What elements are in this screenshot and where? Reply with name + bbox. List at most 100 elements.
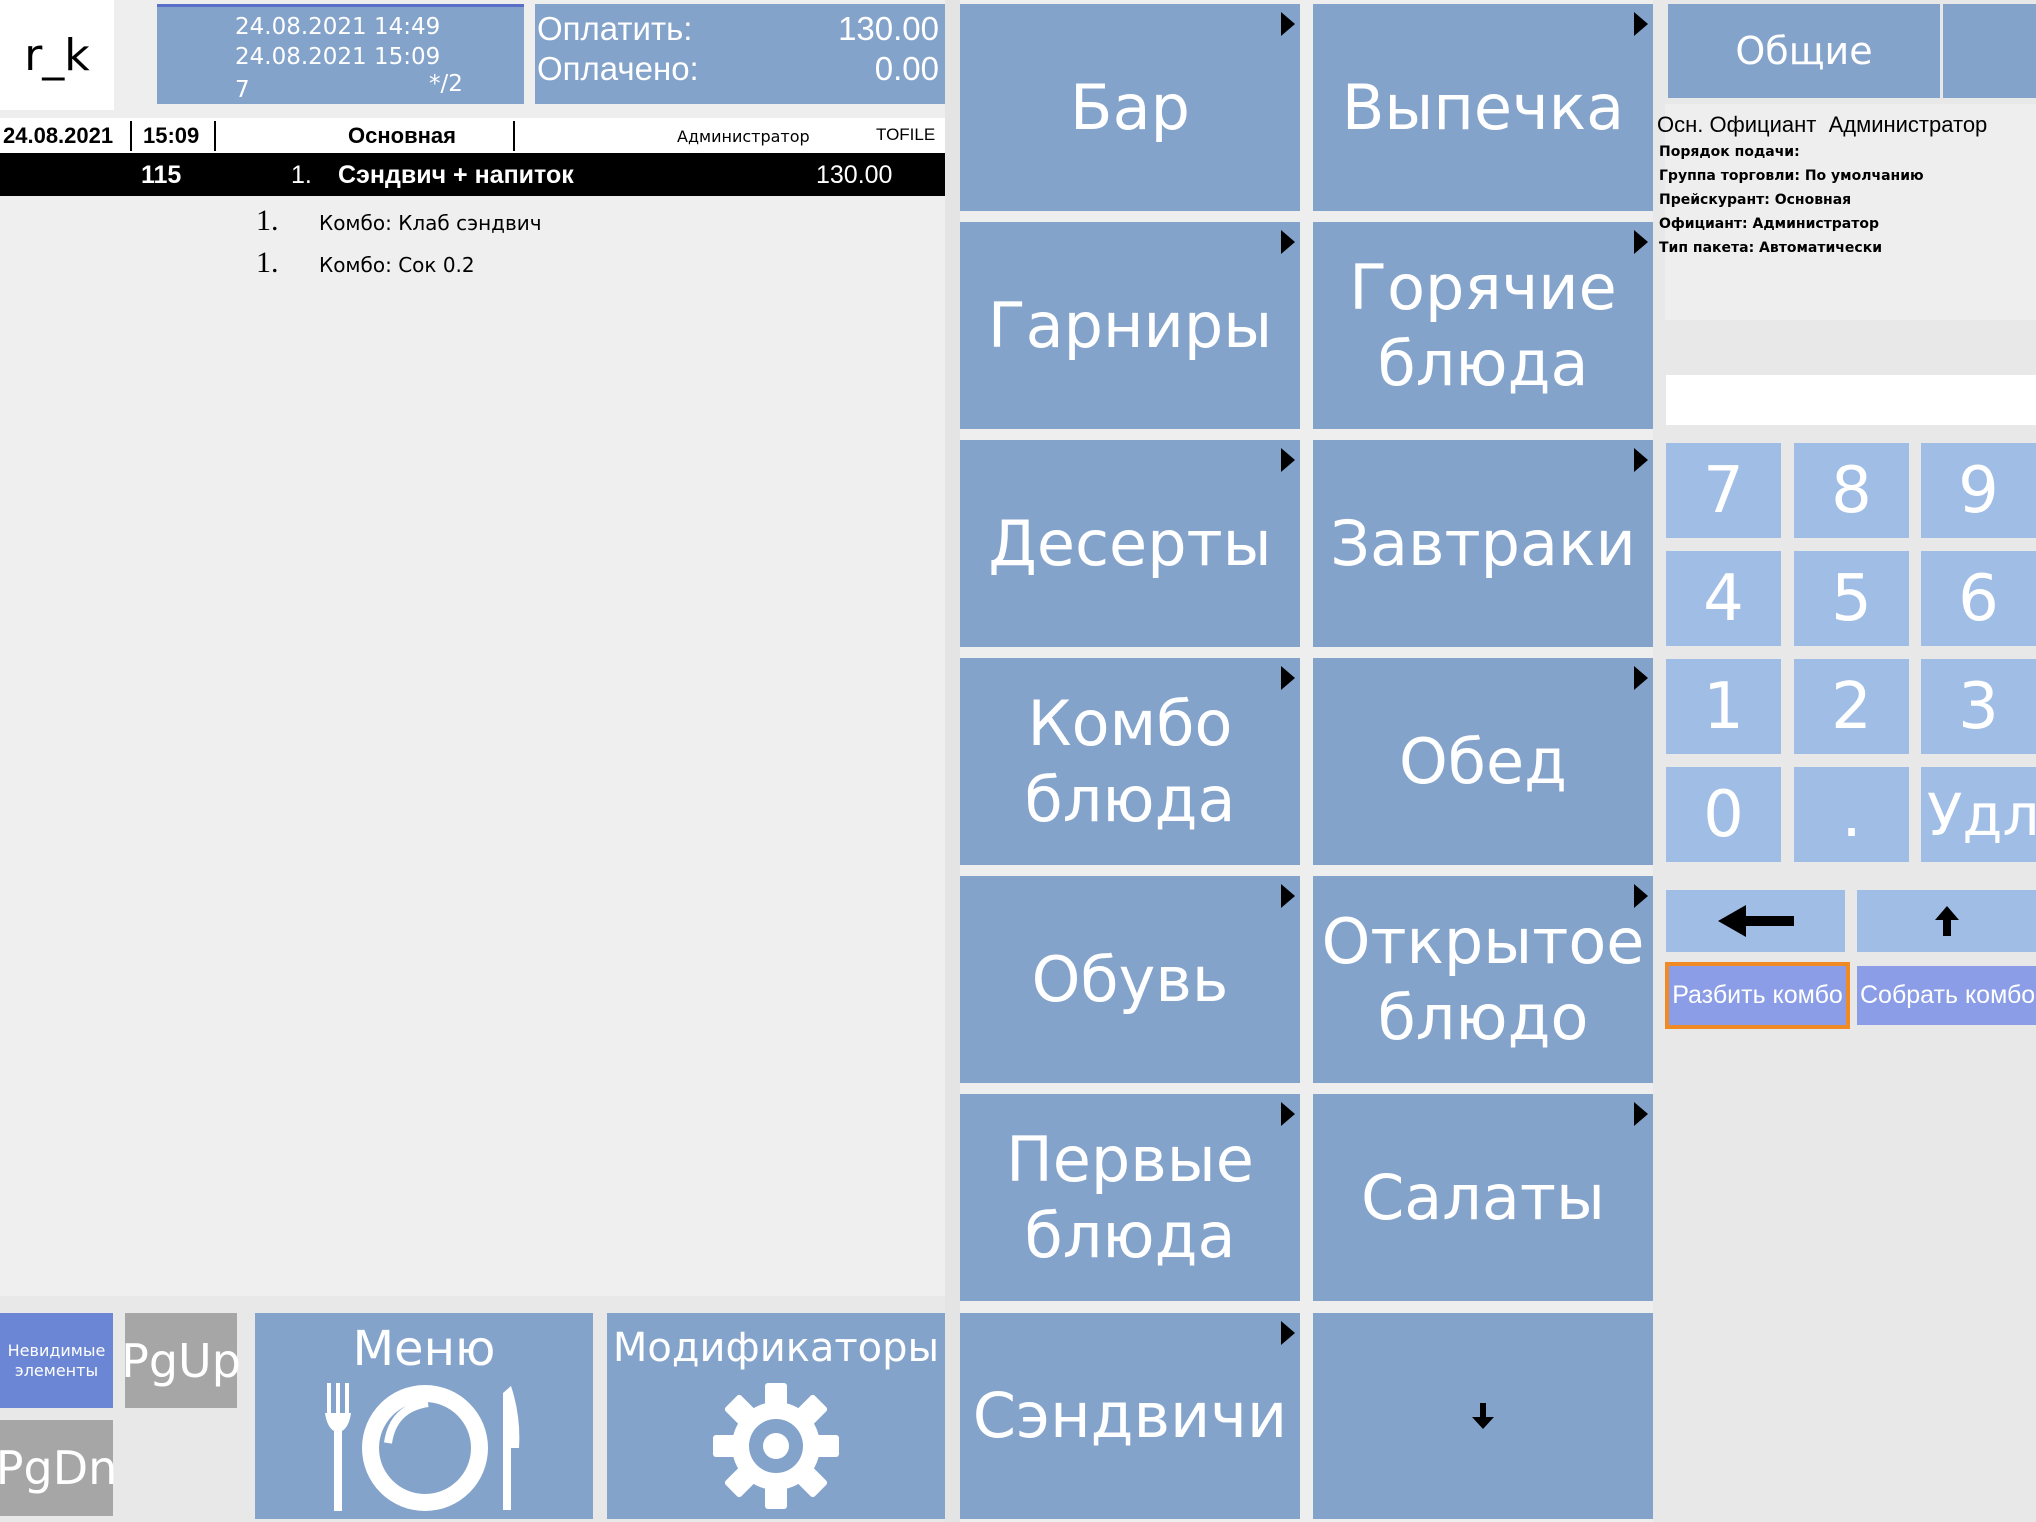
category-desserts[interactable]: Десерты [960,440,1300,647]
check-waiter: Администратор [677,127,810,146]
triangle-right-icon [1281,666,1295,690]
category-label: Горячие блюда [1349,250,1617,400]
key-dot[interactable]: . [1794,767,1909,862]
info-area: Осн. Официант Администратор Порядок пода… [1657,104,2036,320]
key-delete[interactable]: Удл [1921,767,2036,862]
guest-count: 7 [235,77,250,103]
assemble-combo-button[interactable]: Собрать комбо [1857,966,2036,1025]
key-1[interactable]: 1 [1666,659,1781,754]
category-bar[interactable]: Бар [960,4,1300,211]
category-label: Десерты [988,506,1272,580]
tab-general[interactable]: Общие [1668,4,1940,98]
category-breakfasts[interactable]: Завтраки [1313,440,1653,647]
logo-box: r_k [0,0,114,110]
split-combo-label: Разбить комбо [1672,981,1843,1009]
triangle-right-icon [1281,1102,1295,1126]
category-sandwiches[interactable]: Сэндвичи [960,1313,1300,1519]
category-label: Обед [1398,724,1568,798]
tab-extra[interactable] [1943,4,2036,98]
order-info-panel: 24.08.2021 14:49 24.08.2021 15:09 7 */2 [157,4,524,104]
check-panel: 24.08.2021 15:09 Основная Администратор … [0,118,945,1296]
sub-item-row[interactable]: 1. Комбо: Сок 0.2 [0,244,945,284]
category-label: Обувь [1031,942,1229,1016]
triangle-right-icon [1634,448,1648,472]
check-date: 24.08.2021 [3,122,114,148]
triangle-right-icon [1634,230,1648,254]
order-line-selected[interactable]: 115 1. Сэндвич + напиток 130.00 [0,153,945,196]
triangle-right-icon [1634,884,1648,908]
sub-item-row[interactable]: 1. Комбо: Клаб сэндвич [0,202,945,242]
order-updated-time: 24.08.2021 15:09 [235,44,441,70]
menu-button[interactable]: Меню [255,1313,593,1519]
key-7[interactable]: 7 [1666,443,1781,538]
sub-item-qty: 1. [256,204,279,237]
tab-general-label: Общие [1735,28,1873,73]
main-waiter: Осн. Официант Администратор [1657,112,1988,137]
detail-line: Тип пакета: Автоматически [1659,240,1883,256]
key-4[interactable]: 4 [1666,551,1781,646]
sub-item-name: Комбо: Клаб сэндвич [319,211,542,235]
paid-value: 0.00 [874,50,939,87]
category-open-dish[interactable]: Открытое блюдо [1313,876,1653,1083]
category-label: Комбо блюда [1024,686,1236,836]
right-panel: Общие Осн. Официант Администратор Порядо… [1657,0,2036,1522]
key-8[interactable]: 8 [1794,443,1909,538]
sub-item-name: Комбо: Сок 0.2 [319,253,475,277]
triangle-right-icon [1281,12,1295,36]
info-details: Порядок подачи: Группа торговли: По умол… [1659,140,1924,260]
pgup-label: PgUp [121,1333,241,1388]
category-label: Бар [1070,70,1190,144]
invisible-elements-button[interactable]: Невидимые элементы [0,1313,113,1408]
numeric-input[interactable] [1666,375,2036,425]
category-lunch[interactable]: Обед [1313,658,1653,865]
logo: r_k [24,29,90,81]
modifiers-button[interactable]: Модификаторы [607,1313,945,1519]
key-9[interactable]: 9 [1921,443,2036,538]
category-pastry[interactable]: Выпечка [1313,4,1653,211]
pgdn-label: PgDn [0,1441,118,1495]
right-border-strip [945,0,960,1522]
key-5[interactable]: 5 [1794,551,1909,646]
category-label: Выпечка [1341,70,1625,144]
check-header: 24.08.2021 15:09 Основная Администратор … [0,118,945,153]
key-3[interactable]: 3 [1921,659,2036,754]
category-first-courses[interactable]: Первые блюда [960,1094,1300,1301]
gear-icon [713,1383,839,1509]
assemble-combo-label: Собрать комбо [1860,981,2036,1009]
arrow-down-icon [1472,1403,1494,1429]
category-shoes[interactable]: Обувь [960,876,1300,1083]
split-combo-button[interactable]: Разбить комбо [1665,962,1850,1029]
totals-panel: Оплатить: 130.00 Оплачено: 0.00 [535,4,945,104]
category-hot-dishes[interactable]: Горячие блюда [1313,222,1653,429]
category-label: Первые блюда [1006,1122,1254,1272]
key-2[interactable]: 2 [1794,659,1909,754]
order-line-price: 130.00 [816,161,893,189]
order-opened-time: 24.08.2021 14:49 [235,14,441,40]
detail-line: Порядок подачи: [1659,144,1800,160]
pgup-button[interactable]: PgUp [121,1313,241,1408]
up-button[interactable] [1857,890,2036,952]
back-button[interactable] [1666,890,1845,952]
check-time: 15:09 [143,122,200,148]
scroll-down-button[interactable] [1313,1313,1653,1519]
detail-line: Группа торговли: По умолчанию [1659,168,1924,184]
key-6[interactable]: 6 [1921,551,2036,646]
table-number: */2 [429,71,463,97]
category-label: Салаты [1361,1160,1605,1234]
modifiers-label: Модификаторы [612,1325,940,1371]
triangle-right-icon [1281,230,1295,254]
triangle-right-icon [1634,1102,1648,1126]
triangle-right-icon [1634,12,1648,36]
to-pay-value: 130.00 [838,10,939,47]
key-0[interactable]: 0 [1666,767,1781,862]
category-sides[interactable]: Гарниры [960,222,1300,429]
category-combo[interactable]: Комбо блюда [960,658,1300,865]
category-label: Открытое блюдо [1321,904,1645,1054]
detail-line: Официант: Администратор [1659,216,1880,232]
invisible-elements-label: Невидимые элементы [7,1340,106,1380]
pgdn-button[interactable]: PgDn [0,1420,117,1516]
paid-label: Оплачено: [537,50,699,87]
triangle-right-icon [1634,666,1648,690]
order-line-name: Сэндвич + напиток [338,161,574,189]
category-salads[interactable]: Салаты [1313,1094,1653,1301]
